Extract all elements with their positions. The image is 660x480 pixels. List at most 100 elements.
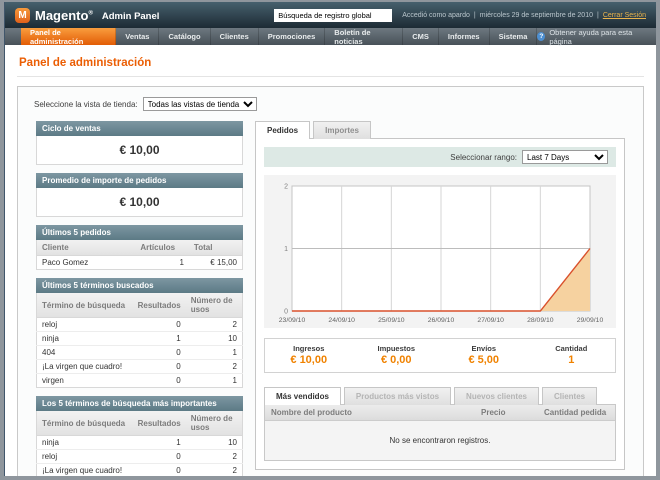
svg-text:29/09/10: 29/09/10 [577, 317, 604, 324]
table-row[interactable]: ¡La virgen que cuadro!02 [37, 464, 243, 477]
table-cell: 1 [135, 256, 189, 270]
dashboard-right-column: Pedidos Importes Seleccionar rango: Last… [255, 121, 625, 476]
svg-text:28/09/10: 28/09/10 [527, 317, 554, 324]
svg-text:27/09/10: 27/09/10 [477, 317, 504, 324]
brand-suffix: Admin Panel [102, 9, 160, 22]
lifetime-sales-widget: Ciclo de ventas € 10,00 [36, 121, 243, 165]
table-cell: € 15,00 [189, 256, 243, 270]
nav-item-promotions[interactable]: Promociones [259, 28, 326, 45]
global-search-input[interactable] [274, 9, 392, 22]
table-cell: 0 [133, 318, 186, 332]
table-row[interactable]: 40401 [37, 346, 243, 360]
tab-orders[interactable]: Pedidos [255, 121, 310, 139]
stat-label: Ingresos [265, 344, 353, 353]
table-cell: 2 [186, 464, 243, 477]
table-row[interactable]: virgen01 [37, 374, 243, 388]
column-header: Resultados [133, 293, 186, 318]
orders-chart: 01223/09/1024/09/1025/09/1026/09/1027/09… [264, 175, 616, 328]
stat-tax: Impuestos € 0,00 [353, 344, 441, 366]
column-header: Cantidad pedida [538, 405, 615, 421]
tab-most-viewed[interactable]: Productos más vistos [344, 387, 451, 405]
nav-item-sales[interactable]: Ventas [116, 28, 159, 45]
last-search-terms-table: Término de búsqueda Resultados Número de… [36, 293, 243, 388]
store-view-switcher: Seleccione la vista de tienda: Todas las… [26, 95, 635, 121]
dashboard-container: Seleccione la vista de tienda: Todas las… [17, 86, 644, 476]
table-cell: 0 [133, 464, 186, 477]
lifetime-sales-title: Ciclo de ventas [36, 121, 243, 136]
tab-amounts[interactable]: Importes [313, 121, 371, 139]
column-header: Número de usos [186, 293, 243, 318]
table-row[interactable]: ¡La virgen que cuadro!02 [37, 360, 243, 374]
last-search-terms-widget: Últimos 5 términos buscados Término de b… [36, 278, 243, 388]
range-select[interactable]: Last 7 Days [522, 150, 608, 164]
column-header: Total [189, 240, 243, 256]
table-row[interactable]: ninja110 [37, 436, 243, 450]
table-cell: 2 [186, 450, 243, 464]
orders-panel: Seleccionar rango: Last 7 Days 01223/09/… [255, 138, 625, 470]
average-orders-widget: Promedio de importe de pedidos € 10,00 [36, 173, 243, 217]
table-cell: 404 [37, 346, 133, 360]
lifetime-sales-value: € 10,00 [36, 136, 243, 165]
table-row[interactable]: reloj02 [37, 450, 243, 464]
table-cell: reloj [37, 318, 133, 332]
orders-area-chart: 01223/09/1024/09/1025/09/1026/09/1027/09… [270, 180, 610, 326]
stat-value: € 5,00 [440, 354, 528, 366]
svg-text:26/09/10: 26/09/10 [428, 317, 455, 324]
table-cell: 2 [186, 360, 243, 374]
column-header: Resultados [133, 411, 186, 436]
column-header: Artículos [135, 240, 189, 256]
table-cell: ninja [37, 332, 133, 346]
nav-item-newsletter[interactable]: Boletín de noticias [325, 28, 403, 45]
nav-item-cms[interactable]: CMS [403, 28, 439, 45]
tab-bestsellers[interactable]: Más vendidos [264, 387, 341, 405]
last-search-terms-title: Últimos 5 términos buscados [36, 278, 243, 293]
dashboard-left-column: Ciclo de ventas € 10,00 Promedio de impo… [36, 121, 243, 476]
column-header: Número de usos [186, 411, 243, 436]
nav-item-reports[interactable]: Informes [439, 28, 490, 45]
logout-link[interactable]: Cerrar Sesión [603, 12, 646, 19]
top-search-terms-widget: Los 5 términos de búsqueda más important… [36, 396, 243, 476]
table-cell: 2 [186, 318, 243, 332]
nav-item-dashboard[interactable]: Panel de administración [21, 28, 116, 45]
range-selector-bar: Seleccionar rango: Last 7 Days [264, 147, 616, 167]
table-row[interactable]: reloj02 [37, 318, 243, 332]
separator: | [597, 12, 599, 19]
table-row[interactable]: Paco Gomez1€ 15,00 [37, 256, 243, 270]
svg-text:25/09/10: 25/09/10 [378, 317, 405, 324]
table-cell: 0 [133, 450, 186, 464]
session-info: Accedió como apardo | miércoles 29 de se… [402, 12, 646, 19]
tab-new-customers[interactable]: Nuevos clientes [454, 387, 539, 405]
brand-name: Magento® [35, 8, 93, 23]
content-area: Panel de administración Seleccione la vi… [5, 45, 656, 476]
logged-in-as: Accedió como apardo [402, 12, 470, 19]
table-cell: 0 [133, 360, 186, 374]
table-cell: 0 [133, 374, 186, 388]
tab-customers[interactable]: Clientes [542, 387, 597, 405]
nav-item-customers[interactable]: Clientes [211, 28, 259, 45]
table-cell: 1 [186, 346, 243, 360]
column-header: Nombre del producto [265, 405, 475, 421]
average-orders-title: Promedio de importe de pedidos [36, 173, 243, 188]
chart-tabs: Pedidos Importes [255, 121, 625, 138]
table-cell: reloj [37, 450, 133, 464]
table-cell: Paco Gomez [37, 256, 136, 270]
nav-item-catalog[interactable]: Catálogo [159, 28, 210, 45]
table-cell: 0 [133, 346, 186, 360]
table-row[interactable]: ninja110 [37, 332, 243, 346]
last-orders-table: Cliente Artículos Total Paco Gomez1€ 15,… [36, 240, 243, 270]
svg-text:2: 2 [284, 184, 288, 191]
stat-value: € 10,00 [265, 354, 353, 366]
magento-logo[interactable]: M Magento® Admin Panel [15, 8, 159, 23]
column-header: Término de búsqueda [37, 411, 133, 436]
top-search-terms-table: Término de búsqueda Resultados Número de… [36, 411, 243, 476]
get-help-link[interactable]: ? Obtener ayuda para esta página [537, 28, 644, 45]
separator: | [474, 12, 476, 19]
store-view-select[interactable]: Todas las vistas de tienda [143, 97, 257, 111]
admin-window: M Magento® Admin Panel Accedió como apar… [4, 2, 656, 476]
totals-bar: Ingresos € 10,00 Impuestos € 0,00 Envíos… [264, 338, 616, 373]
range-label: Seleccionar rango: [450, 153, 517, 162]
top-search-terms-title: Los 5 términos de búsqueda más important… [36, 396, 243, 411]
column-header: Cliente [37, 240, 136, 256]
nav-item-system[interactable]: Sistema [490, 28, 538, 45]
header-bar: M Magento® Admin Panel Accedió como apar… [5, 2, 656, 28]
